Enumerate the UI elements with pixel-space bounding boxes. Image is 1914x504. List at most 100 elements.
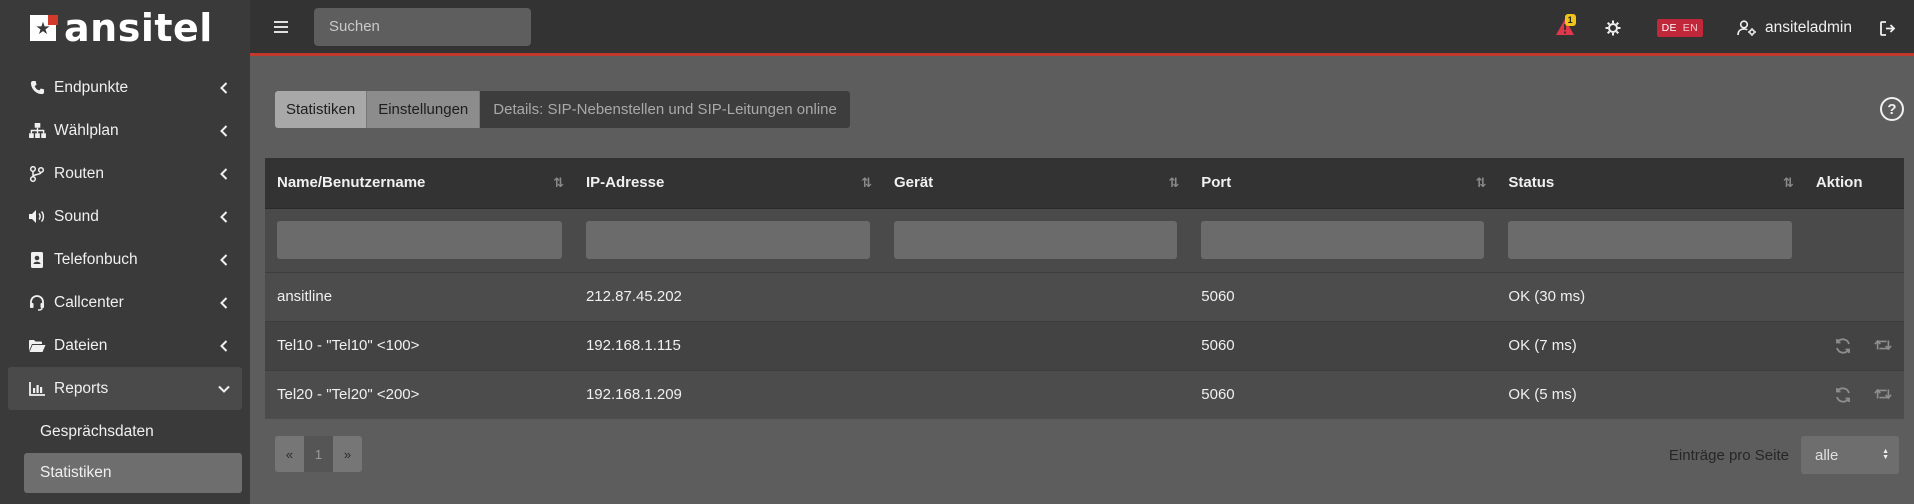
filter-device-input[interactable] [893, 221, 1178, 259]
lang-de[interactable]: DE [1662, 22, 1677, 34]
filter-ip-input[interactable] [585, 221, 870, 259]
tab-statistiken[interactable]: Statistiken [275, 91, 368, 128]
col-name[interactable]: Name/Benutzername ⇅ [265, 158, 574, 209]
sidebar-item-label: Dateien [54, 336, 108, 354]
refresh-icon[interactable] [1834, 337, 1852, 355]
endpoint-table: Name/Benutzername ⇅ IP-Adresse ⇅ Gerät ⇅ Po… [265, 158, 1904, 419]
user-menu[interactable]: ansiteladmin [1737, 19, 1852, 37]
sort-icon[interactable]: ⇅ [1168, 175, 1179, 191]
sort-icon[interactable]: ⇅ [553, 175, 564, 191]
sidebar-item-telefonbuch[interactable]: Telefonbuch [0, 238, 250, 281]
page-current[interactable]: 1 [304, 436, 333, 472]
col-ip[interactable]: IP-Adresse ⇅ [573, 158, 882, 209]
sidebar: ★ ansitel Endpunkte Wählplan Routen Soun… [0, 0, 250, 504]
logout-icon[interactable] [1880, 20, 1896, 36]
alert-button[interactable]: 1 [1555, 14, 1576, 38]
cell-port: 5060 [1189, 271, 1497, 321]
filter-row [265, 208, 1904, 272]
topbar-right: 1 DE EN ansiteladmin [1555, 0, 1896, 56]
sort-icon[interactable]: ⇅ [1783, 175, 1794, 191]
chevron-left-icon [218, 210, 230, 223]
cell-ip: 212.87.45.202 [573, 271, 882, 321]
table-header-row: Name/Benutzername ⇅ IP-Adresse ⇅ Gerät ⇅ Po… [265, 158, 1904, 209]
cell-ip: 192.168.1.115 [573, 320, 882, 370]
sidebar-item-label: Telefonbuch [54, 250, 138, 268]
volume-icon [28, 209, 46, 224]
refresh-icon[interactable] [1834, 386, 1852, 404]
sidebar-item-dateien[interactable]: Dateien [0, 324, 250, 367]
alert-count-badge: 1 [1564, 14, 1576, 26]
table-row: Tel10 - "Tel10" <100> 192.168.1.115 5060… [265, 320, 1904, 370]
brand-logo[interactable]: ★ ansitel [0, 0, 250, 56]
sidebar-item-reports[interactable]: Reports [8, 367, 242, 410]
tab-einstellungen[interactable]: Einstellungen [367, 91, 481, 128]
address-book-icon [28, 251, 46, 268]
headset-icon [28, 294, 46, 311]
sitemap-icon [28, 123, 46, 138]
col-port[interactable]: Port ⇅ [1189, 158, 1497, 209]
brand-name: ansitel [64, 6, 213, 50]
page-prev-button[interactable]: « [275, 436, 304, 472]
sidebar-item-callcenter[interactable]: Callcenter [0, 281, 250, 324]
cell-aktion [1803, 271, 1904, 321]
chevron-left-icon [218, 296, 230, 309]
sidebar-item-label: Sound [54, 207, 99, 225]
select-caret-icon: ▲ ▼ [1882, 448, 1889, 461]
col-aktion: Aktion [1803, 158, 1904, 209]
folder-open-icon [28, 339, 46, 353]
cell-port: 5060 [1189, 320, 1497, 370]
menu-toggle-icon[interactable] [274, 20, 294, 33]
topbar: 1 DE EN ansiteladmin [250, 0, 1914, 56]
sidebar-item-endpunkte[interactable]: Endpunkte [0, 66, 250, 109]
lang-en[interactable]: EN [1683, 22, 1698, 34]
retweet-icon[interactable] [1874, 386, 1892, 404]
reports-subnav: Gesprächsdaten Statistiken [8, 410, 242, 493]
table-row: Tel20 - "Tel20" <200> 192.168.1.209 5060… [265, 369, 1904, 419]
details-caption: Details: SIP-Nebenstellen und SIP-Leitun… [480, 91, 850, 128]
chart-bar-icon [28, 381, 46, 396]
phone-icon [28, 80, 46, 95]
cell-ip: 192.168.1.209 [573, 369, 882, 419]
chevron-left-icon [218, 339, 230, 352]
cell-name: Tel10 - "Tel10" <100> [265, 320, 574, 370]
user-cog-icon [1737, 20, 1756, 36]
sidebar-item-label: Wählplan [54, 121, 119, 139]
sidebar-subitem-gespraechsdaten[interactable]: Gesprächsdaten [8, 410, 242, 453]
help-icon[interactable]: ? [1880, 97, 1904, 121]
page-next-button[interactable]: » [333, 436, 362, 472]
col-device[interactable]: Gerät ⇅ [881, 158, 1190, 209]
sidebar-item-sound[interactable]: Sound [0, 195, 250, 238]
sort-icon[interactable]: ⇅ [1476, 175, 1487, 191]
filter-name-input[interactable] [277, 221, 562, 259]
sort-icon[interactable]: ⇅ [861, 175, 872, 191]
table-row: ansitline 212.87.45.202 5060 OK (30 ms) [265, 271, 1904, 321]
sidebar-item-waehlplan[interactable]: Wählplan [0, 109, 250, 152]
username: ansiteladmin [1764, 19, 1852, 36]
view-tabs: Statistiken Einstellungen Details: SIP-N… [275, 91, 850, 128]
sidebar-subitem-statistiken[interactable]: Statistiken [24, 453, 242, 493]
main-content: Statistiken Einstellungen Details: SIP-N… [250, 59, 1914, 504]
cell-device [881, 320, 1190, 370]
sidebar-item-label: Callcenter [54, 293, 124, 311]
retweet-icon[interactable] [1874, 337, 1892, 355]
per-page-control: Einträge pro Seite alle ▲ ▼ [1669, 436, 1899, 474]
sidebar-item-label: Endpunkte [54, 78, 129, 96]
chevron-left-icon [218, 81, 230, 94]
language-switch[interactable]: DE EN [1656, 19, 1703, 37]
cell-status: OK (30 ms) [1496, 271, 1804, 321]
per-page-value: alle [1815, 446, 1839, 464]
filter-port-input[interactable] [1201, 221, 1485, 259]
cell-aktion [1803, 320, 1904, 370]
settings-gear-icon[interactable] [1605, 20, 1621, 36]
pagination: « 1 » [275, 436, 362, 472]
per-page-select[interactable]: alle ▲ ▼ [1801, 436, 1899, 474]
per-page-label: Einträge pro Seite [1668, 446, 1789, 464]
search-input[interactable] [314, 7, 531, 46]
col-status[interactable]: Status ⇅ [1496, 158, 1804, 209]
cell-device [881, 369, 1190, 419]
logo-icon: ★ [30, 15, 58, 41]
sidebar-item-routen[interactable]: Routen [0, 152, 250, 195]
filter-status-input[interactable] [1508, 221, 1792, 259]
route-icon [28, 165, 46, 182]
cell-name: Tel20 - "Tel20" <200> [265, 369, 574, 419]
